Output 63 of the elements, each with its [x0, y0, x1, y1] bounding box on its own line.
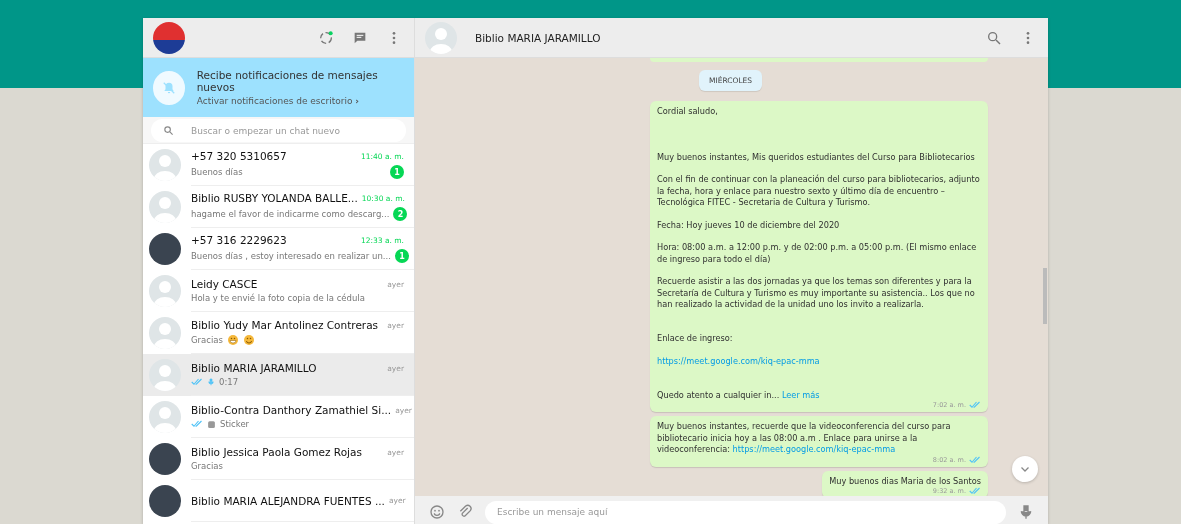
contact-name: Biblio MARIA JARAMILLO — [191, 362, 318, 374]
default-avatar — [149, 149, 181, 181]
chat-title: Biblio MARIA JARAMILLO — [475, 31, 601, 44]
default-avatar — [149, 275, 181, 307]
message-text: Muy buenos instantes, Mis queridos estudiantes del Curso para Bibliotecarios — [657, 151, 976, 163]
microphone-icon — [207, 377, 215, 387]
unread-count: 2 — [393, 207, 408, 221]
message-text: Recuerde asistir a las dos jornadas ya que los temas son diferentes y para la Secretaría de Cultura y Turismo es muy importante su asistencia.. Los que no han realizado la actividad de la unidad uno los invito a realizarla. — [657, 276, 976, 311]
photo-placeholder — [149, 233, 181, 265]
double-check-icon — [969, 487, 981, 495]
double-check-icon — [969, 455, 981, 464]
search-icon[interactable] — [986, 29, 1002, 46]
contact-name: Biblio Jessica Paola Gomez Rojas — [191, 446, 363, 458]
default-avatar — [149, 401, 181, 433]
message-text: Muy buenos dias Maria de los Santos — [829, 475, 981, 487]
enable-notifications-link[interactable]: Activar notificaciones de escritorio › — [196, 96, 404, 106]
message-preview: 0:17 — [219, 377, 239, 387]
notice-title: Recibe notificaciones de mensajes nuevos — [196, 69, 379, 93]
message-preview: hagame el favor de indicarme como descarg... — [191, 209, 390, 219]
message-preview: Sticker — [220, 419, 250, 429]
default-avatar — [149, 359, 181, 391]
message-preview: Gracias — [191, 461, 223, 471]
bell-off-icon — [153, 70, 185, 105]
contact-name: Biblio MARIA ALEJANDRA FUENTES ... — [191, 494, 385, 507]
default-avatar — [425, 21, 457, 54]
message-input[interactable]: Escribe un mensaje aquí — [485, 500, 1006, 524]
message-preview: Gracias — [191, 335, 223, 345]
smiley-icon[interactable] — [429, 504, 445, 520]
contact-name: Biblio-Contra Danthory Zamathiel Si... — [191, 404, 392, 416]
message-preview: Hola y te envié la foto copia de la cédula — [191, 293, 365, 303]
double-check-icon — [191, 420, 203, 428]
sticker-icon — [207, 419, 216, 429]
message-text: Enlace de ingreso: — [657, 333, 734, 345]
microphone-icon[interactable] — [1018, 504, 1034, 520]
message-preview: Buenos días — [191, 167, 243, 177]
double-check-icon — [191, 378, 203, 386]
smiling-emoji-icon — [242, 334, 255, 346]
double-check-icon — [969, 401, 981, 409]
contact-name: Leidy CASCE — [191, 278, 259, 290]
contact-name: +57 316 2229623 — [191, 234, 288, 246]
message-preview: Buenos días , estoy interesado en realizar un... — [191, 251, 391, 261]
search-field[interactable]: Buscar o empezar un chat nuevo — [151, 119, 406, 142]
message-text: Cordial saludo, — [657, 106, 719, 118]
message-text: Quedo atento a cualquier in... Leer más — [657, 389, 821, 401]
message-text: Con el fin de continuar con la planeación del curso para bibliotecarios, adjunto la fecha, hora y enlace para nuestro sexto y último día de encuentro – Tecnológica FITEC - Secretaria de Cultura y Turismo. — [657, 174, 981, 209]
default-avatar — [149, 191, 181, 223]
contact-name: Biblio RUSBY YOLANDA BALLE... — [191, 192, 358, 204]
message-text: Muy buenos instantes, recuerde que la videoconferencia del curso para bibliotecario inicia hoy a las 08:00 a.m . Enlace para unirse a la videoconferencia: https://meet.google.com/kiq-epac-mma — [657, 421, 952, 456]
logo-avatar — [153, 21, 185, 54]
contact-name: Biblio Yudy Mar Antolinez Contreras — [191, 319, 380, 331]
status-icon[interactable] — [318, 29, 334, 46]
unread-count: 1 — [394, 249, 409, 263]
grinning-emoji-icon — [226, 334, 239, 346]
message-text: Hora: 08:00 a.m. a 12:00 p.m. y de 02:00 p.m. a 05:00 p.m. (El mismo enlace de ingreso para todo el día) — [657, 242, 978, 265]
contact-name: +57 320 5310657 — [191, 150, 288, 162]
message-text: Fecha: Hoy jueves 10 de diciembre del 2020 — [657, 219, 841, 231]
unread-count: 1 — [390, 165, 404, 179]
paperclip-icon[interactable] — [457, 504, 473, 520]
photo-placeholder — [149, 485, 181, 517]
search-icon — [163, 125, 174, 136]
default-avatar — [149, 317, 181, 349]
photo-placeholder — [149, 443, 181, 475]
notification-banner[interactable]: Recibe notificaciones de mensajes nuevos Activar notificaciones de escritorio › — [143, 58, 414, 117]
